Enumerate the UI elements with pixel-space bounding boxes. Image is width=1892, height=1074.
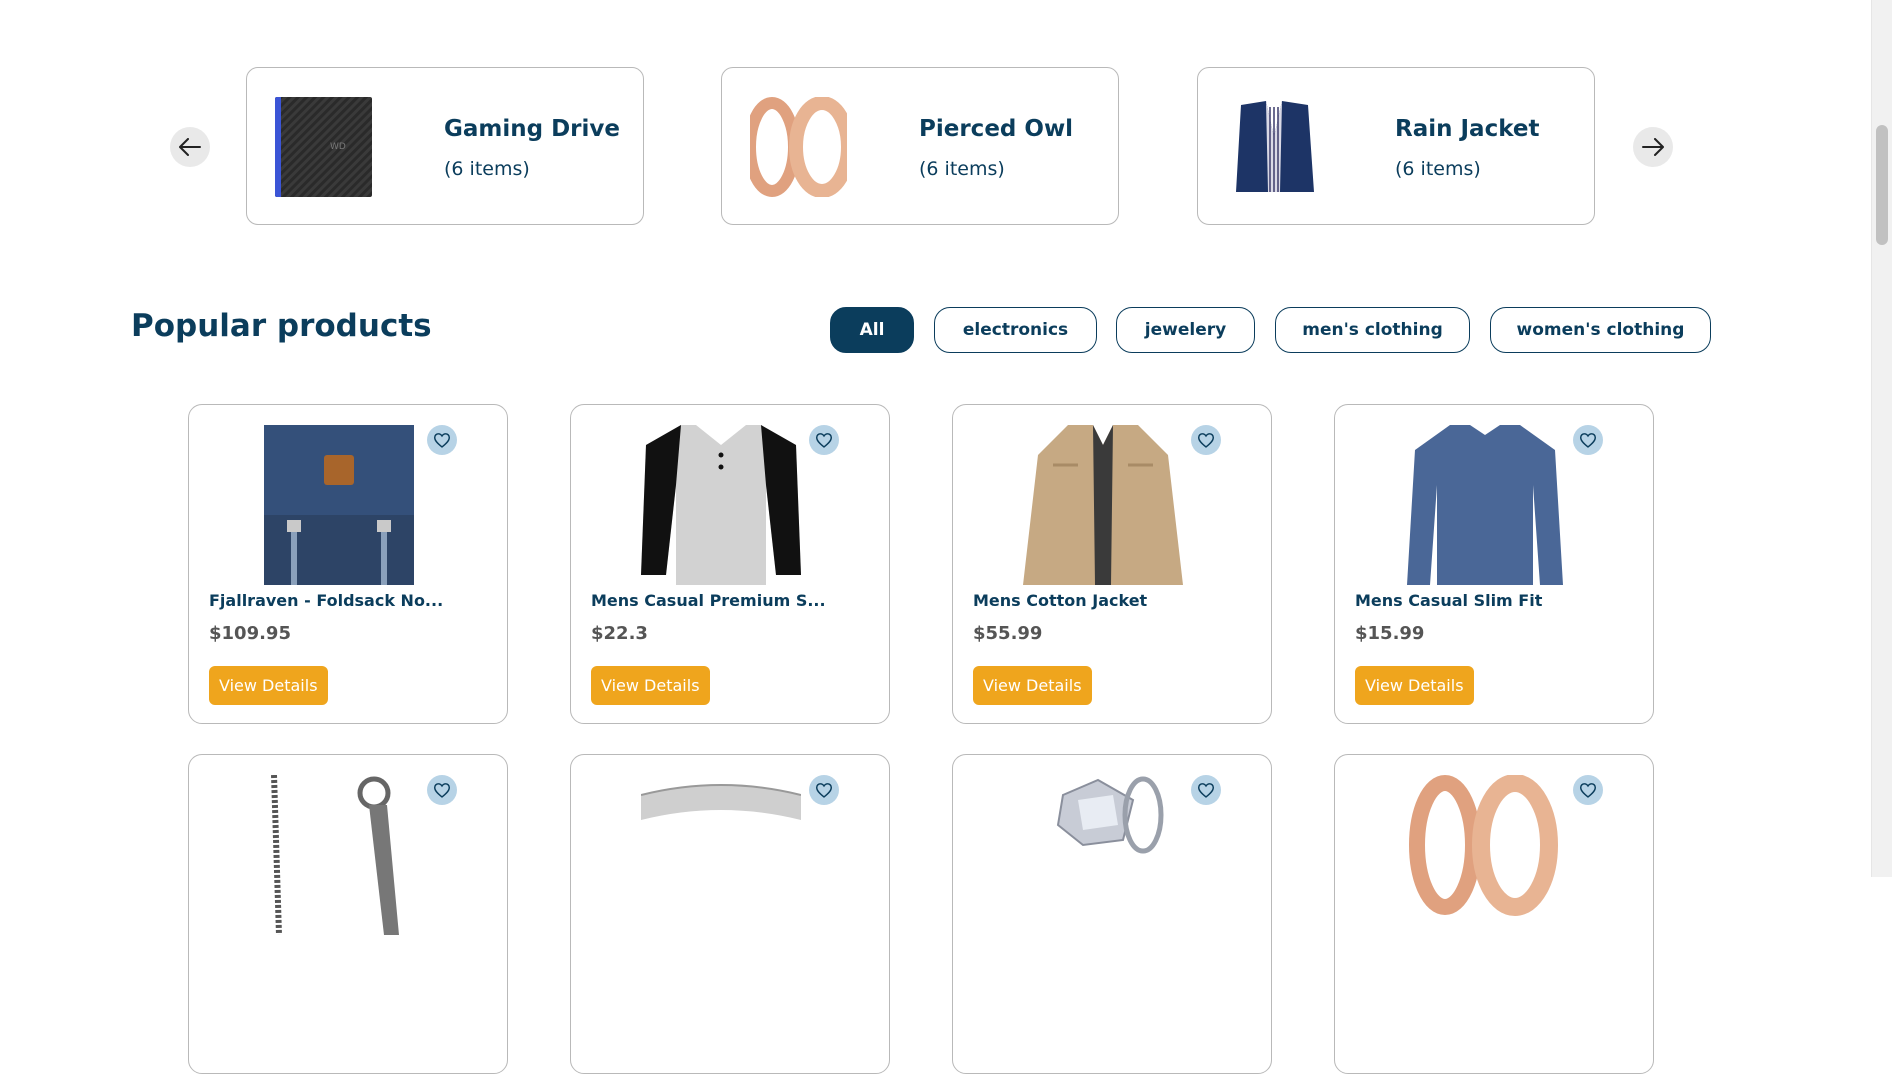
product-price: $109.95 [209,623,291,644]
heart-icon [1197,433,1215,448]
hard-drive-image: WD [275,97,372,197]
rings-image [750,97,847,197]
category-card-rain-jacket[interactable]: Rain Jacket (6 items) [1197,67,1595,225]
product-price: $15.99 [1355,623,1425,644]
heart-icon [815,783,833,798]
product-card[interactable]: Mens Casual Slim Fit $15.99 View Details [1334,404,1654,724]
category-title: Rain Jacket [1395,116,1540,142]
product-image-rose-gold-rings [1405,775,1565,935]
category-card-gaming-drive[interactable]: WD Gaming Drive (6 items) [246,67,644,225]
filter-electronics[interactable]: electronics [934,307,1097,353]
product-image-silver-ring [641,775,801,935]
carousel-prev-button[interactable] [170,127,210,167]
favorite-button[interactable] [809,425,839,455]
favorite-button[interactable] [1573,425,1603,455]
product-image-bracelet [259,775,419,935]
favorite-button[interactable] [1191,775,1221,805]
favorite-button[interactable] [809,775,839,805]
carousel-next-button[interactable] [1633,127,1673,167]
product-price: $55.99 [973,623,1043,644]
favorite-button[interactable] [427,425,457,455]
heart-icon [815,433,833,448]
product-title: Fjallraven - Foldsack No... [209,591,444,610]
category-count: (6 items) [444,158,530,180]
product-title: Mens Cotton Jacket [973,591,1148,610]
product-image-slim-fit [1405,425,1565,585]
category-count: (6 items) [919,158,1005,180]
category-card-pierced-owl[interactable]: Pierced Owl (6 items) [721,67,1119,225]
arrow-right-icon [1642,138,1664,156]
favorite-button[interactable] [1191,425,1221,455]
product-card[interactable]: Fjallraven - Foldsack No... $109.95 View… [188,404,508,724]
product-card[interactable] [570,754,890,1074]
filter-mens-clothing[interactable]: men's clothing [1275,307,1470,353]
product-card[interactable] [952,754,1272,1074]
favorite-button[interactable] [1573,775,1603,805]
arrow-left-icon [179,138,201,156]
category-title: Pierced Owl [919,116,1074,142]
filter-all[interactable]: All [830,307,914,353]
category-carousel: WD Gaming Drive (6 items) Pierced Owl (6… [0,0,1872,240]
product-card[interactable] [1334,754,1654,1074]
favorite-button[interactable] [427,775,457,805]
product-image-tshirt [641,425,801,585]
filter-womens-clothing[interactable]: women's clothing [1490,307,1711,353]
view-details-button[interactable]: View Details [1355,666,1474,705]
product-card[interactable] [188,754,508,1074]
product-title: Mens Casual Slim Fit [1355,591,1543,610]
heart-icon [1197,783,1215,798]
svg-text:WD: WD [330,142,346,152]
product-card[interactable]: Mens Casual Premium S... $22.3 View Deta… [570,404,890,724]
heart-icon [1579,783,1597,798]
view-details-button[interactable]: View Details [209,666,328,705]
heart-icon [433,783,451,798]
product-image-backpack [259,425,419,585]
product-title: Mens Casual Premium S... [591,591,826,610]
page-scrollbar[interactable] [1871,0,1892,877]
heart-icon [433,433,451,448]
product-image-cotton-jacket [1023,425,1183,585]
heart-icon [1579,433,1597,448]
view-details-button[interactable]: View Details [973,666,1092,705]
product-card[interactable]: Mens Cotton Jacket $55.99 View Details [952,404,1272,724]
product-price: $22.3 [591,623,648,644]
filter-jewelery[interactable]: jewelery [1116,307,1255,353]
jacket-image [1226,97,1323,197]
product-image-diamond-ring [1023,775,1183,935]
category-count: (6 items) [1395,158,1481,180]
view-details-button[interactable]: View Details [591,666,710,705]
category-filters: All electronics jewelery men's clothing … [0,307,1872,355]
scrollbar-thumb[interactable] [1876,125,1888,245]
category-title: Gaming Drive [444,116,621,142]
